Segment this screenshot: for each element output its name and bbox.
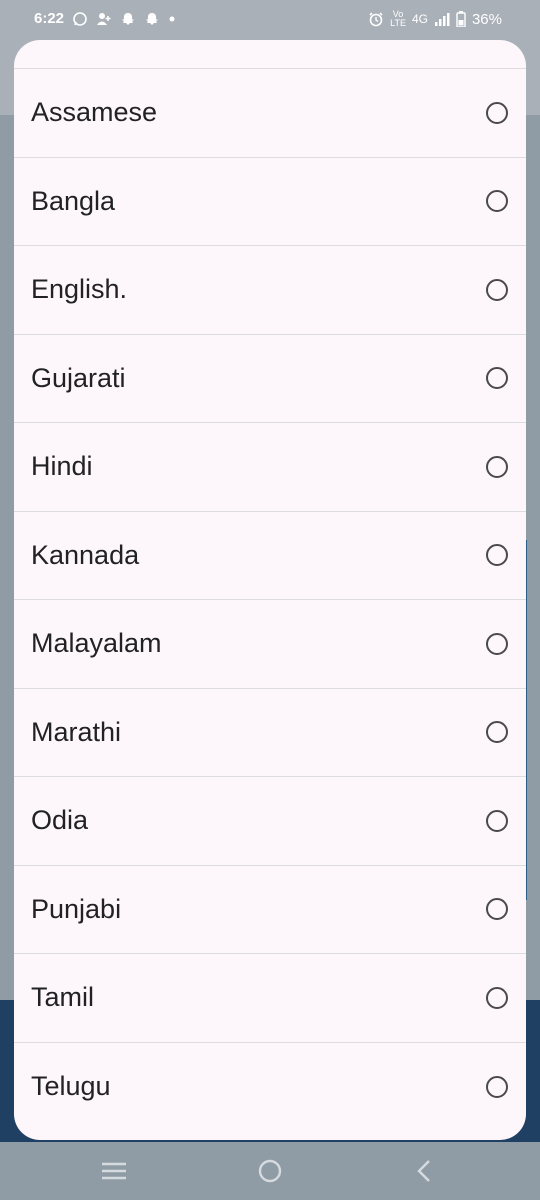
language-label: Hindi [31,451,93,482]
language-label: Kannada [31,539,140,570]
radio-button[interactable] [486,632,508,655]
language-label: Odia [31,805,89,836]
language-option-kannada[interactable]: Kannada [14,512,526,600]
radio-button[interactable] [486,544,508,567]
snapchat-icon [144,11,160,27]
radio-button[interactable] [486,721,508,744]
language-option-malayalam[interactable]: Malayalam [14,600,526,689]
recent-apps-button[interactable] [94,1156,134,1186]
battery-percent: 36% [471,10,502,28]
language-option-assamese[interactable]: Assamese [14,69,526,158]
radio-button[interactable] [486,367,508,390]
back-button[interactable] [404,1156,444,1186]
language-label: Gujarati [31,362,126,393]
language-option-telugu[interactable]: Telugu [14,1043,526,1132]
radio-button[interactable] [486,455,508,478]
language-option-english[interactable]: English. [14,246,526,335]
dot-icon [168,15,176,23]
status-bar: 6:22 Vo LTE 4G 36% [0,0,540,38]
language-label: Malayalam [31,628,162,659]
language-label: Marathi [31,716,122,747]
status-right: Vo LTE 4G 36% [368,10,502,28]
alarm-icon [368,11,384,27]
snapchat-icon [120,11,136,27]
language-label: Tamil [31,982,95,1013]
radio-button[interactable] [486,898,508,921]
status-time: 6:22 [34,10,65,27]
language-option-gujarati[interactable]: Gujarati [14,335,526,423]
language-label: Telugu [31,1071,111,1102]
radio-button[interactable] [486,809,508,832]
status-left: 6:22 [34,10,176,27]
home-icon [258,1159,282,1183]
radio-button[interactable] [486,1075,508,1098]
language-label: Assamese [31,97,158,128]
radio-button[interactable] [486,986,508,1009]
language-option-tamil[interactable]: Tamil [14,954,526,1043]
whatsapp-icon [72,11,88,27]
navigation-bar [0,1142,540,1200]
language-option-odia[interactable]: Odia [14,777,526,866]
volte-label-bottom: LTE [390,18,406,28]
dialog-top-spacer [14,40,526,69]
language-dialog: Assamese Bangla English. Gujarati Hindi … [14,40,526,1140]
home-button[interactable] [250,1156,290,1186]
back-icon [417,1160,430,1182]
volte-icon: Vo LTE [390,10,406,28]
network-type: 4G [411,12,428,26]
radio-button[interactable] [486,101,508,124]
person-add-icon [96,11,112,27]
language-option-marathi[interactable]: Marathi [14,689,526,777]
battery-icon [456,11,466,27]
radio-button[interactable] [486,190,508,213]
language-option-bangla[interactable]: Bangla [14,158,526,246]
language-option-punjabi[interactable]: Punjabi [14,866,526,954]
radio-button[interactable] [486,278,508,301]
menu-icon [102,1162,126,1180]
language-label: Bangla [31,185,116,216]
language-label: English. [31,274,128,305]
language-option-hindi[interactable]: Hindi [14,423,526,512]
language-label: Punjabi [31,893,122,924]
signal-icon [434,12,450,26]
